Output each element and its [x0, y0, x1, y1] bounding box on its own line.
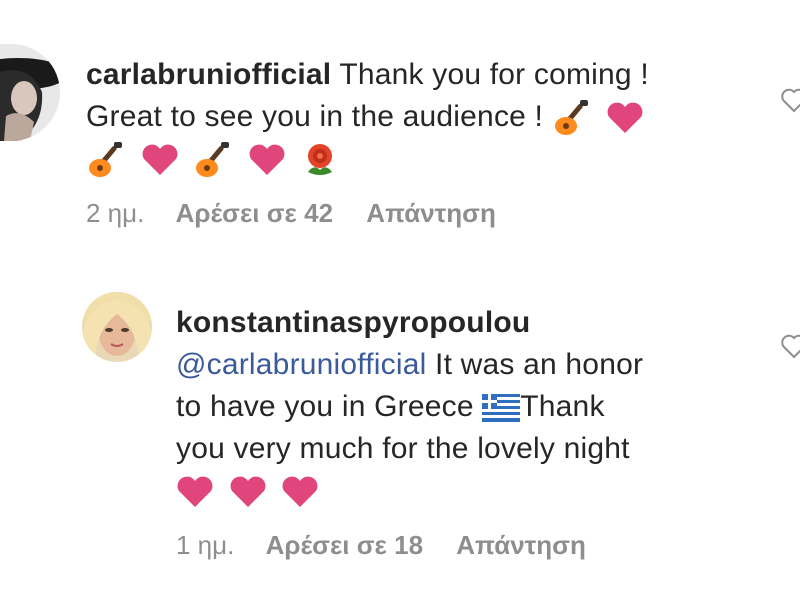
- timestamp: 2 ημ.: [86, 198, 145, 228]
- comment-body: konstantinaspyropoulou @carlabrunioffici…: [176, 302, 766, 512]
- comment-text-line: you very much for the lovely night: [176, 432, 630, 465]
- reply-button[interactable]: Απάντηση: [366, 198, 496, 228]
- reply-button[interactable]: Απάντηση: [456, 530, 586, 560]
- comment-carlabruni: carlabruniofficial Thank you for coming …: [0, 40, 800, 240]
- comment-text-line: Thank: [520, 390, 605, 423]
- mention-link[interactable]: @carlabruniofficial: [176, 348, 426, 381]
- rose-emoji-icon: [300, 140, 340, 180]
- comment-meta: 2 ημ. Αρέσει σε 42 Απάντηση: [86, 198, 522, 229]
- username-link[interactable]: carlabruniofficial: [86, 58, 331, 91]
- comment-text-line: Great to see you in the audience !: [86, 100, 544, 133]
- greek-flag-emoji-icon: [482, 394, 521, 423]
- pink-heart-emoji-icon: [248, 143, 286, 177]
- likes-count-link[interactable]: Αρέσει σε 42: [176, 198, 333, 228]
- like-heart-icon[interactable]: [780, 86, 800, 114]
- pink-heart-emoji-icon: [281, 475, 319, 509]
- likes-count-link[interactable]: Αρέσει σε 18: [266, 530, 423, 560]
- avatar-photo: [0, 44, 60, 141]
- pink-heart-emoji-icon: [176, 475, 214, 509]
- like-heart-icon[interactable]: [780, 332, 800, 360]
- comment-text-line: to have you in Greece: [176, 390, 474, 423]
- guitar-emoji-icon: [552, 98, 592, 138]
- avatar[interactable]: [0, 44, 60, 141]
- avatar[interactable]: [82, 292, 152, 362]
- avatar-photo: [82, 292, 152, 362]
- guitar-emoji-icon: [86, 140, 126, 180]
- comment-meta: 1 ημ. Αρέσει σε 18 Απάντηση: [176, 530, 612, 561]
- pink-heart-emoji-icon: [229, 475, 267, 509]
- pink-heart-emoji-icon: [141, 143, 179, 177]
- comment-text-line: Thank you for coming !: [339, 58, 649, 91]
- username-link[interactable]: konstantinaspyropoulou: [176, 306, 530, 339]
- pink-heart-emoji-icon: [606, 101, 644, 135]
- timestamp: 1 ημ.: [176, 530, 235, 560]
- guitar-emoji-icon: [193, 140, 233, 180]
- comment-text-line: It was an honor: [435, 348, 644, 381]
- comment-body: carlabruniofficial Thank you for coming …: [86, 54, 766, 180]
- comment-konstantinaspyropoulou: konstantinaspyropoulou @carlabrunioffici…: [0, 292, 800, 582]
